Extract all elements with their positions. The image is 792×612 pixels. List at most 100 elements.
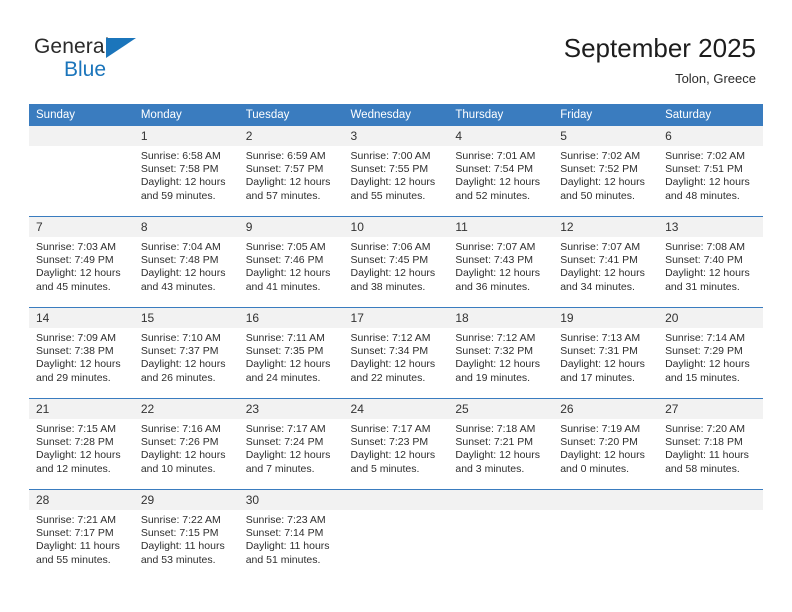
day-details: Sunrise: 7:12 AM Sunset: 7:34 PM Dayligh… [344, 328, 449, 398]
day-cell[interactable]: 25 Sunrise: 7:18 AM Sunset: 7:21 PM Dayl… [448, 398, 554, 490]
sunrise-text: Sunrise: 7:10 AM [140, 332, 221, 344]
sunrise-text: Sunrise: 7:12 AM [350, 332, 431, 344]
day-cell[interactable]: 7 Sunrise: 7:03 AM Sunset: 7:49 PM Dayli… [29, 216, 134, 308]
sunset-text: Sunset: 7:24 PM [245, 436, 324, 449]
day-cell[interactable]: 17 Sunrise: 7:12 AM Sunset: 7:34 PM Dayl… [343, 307, 449, 399]
day-cell[interactable]: 18 Sunrise: 7:12 AM Sunset: 7:32 PM Dayl… [448, 307, 554, 399]
daylight-text-line2: and 5 minutes. [350, 462, 420, 475]
day-cell[interactable]: 22 Sunrise: 7:16 AM Sunset: 7:26 PM Dayl… [133, 398, 239, 490]
weekday-header-friday: Friday [553, 104, 659, 126]
sunrise-text: Sunrise: 7:07 AM [560, 241, 641, 253]
sunrise-text: Sunrise: 7:01 AM [455, 150, 536, 162]
week-row: 28 Sunrise: 7:21 AM Sunset: 7:17 PM Dayl… [29, 489, 763, 581]
day-number: 15 [133, 308, 239, 328]
sunrise-text: Sunrise: 7:04 AM [140, 241, 221, 253]
sunset-text: Sunset: 7:55 PM [350, 163, 429, 176]
daylight-text-line1: Daylight: 12 hours [455, 358, 541, 371]
page-header: General Blue September 2025 Tolon, Greec… [0, 0, 792, 100]
day-details: Sunrise: 7:10 AM Sunset: 7:37 PM Dayligh… [134, 328, 239, 398]
daylight-text-line2: and 17 minutes. [560, 371, 635, 384]
daylight-text-line2: and 34 minutes. [560, 280, 635, 293]
day-cell[interactable]: 27 Sunrise: 7:20 AM Sunset: 7:18 PM Dayl… [658, 398, 763, 490]
day-number: 19 [553, 308, 659, 328]
day-cell[interactable]: 26 Sunrise: 7:19 AM Sunset: 7:20 PM Dayl… [553, 398, 659, 490]
day-cell[interactable]: 13 Sunrise: 7:08 AM Sunset: 7:40 PM Dayl… [658, 216, 763, 308]
day-cell[interactable] [658, 489, 763, 581]
day-cell[interactable]: 1 Sunrise: 6:58 AM Sunset: 7:58 PM Dayli… [133, 126, 239, 217]
day-cell[interactable]: 4 Sunrise: 7:01 AM Sunset: 7:54 PM Dayli… [448, 126, 554, 217]
daylight-text-line2: and 59 minutes. [140, 189, 216, 202]
sunset-text: Sunset: 7:21 PM [455, 436, 534, 449]
day-cell[interactable] [448, 489, 554, 581]
day-cell[interactable]: 11 Sunrise: 7:07 AM Sunset: 7:43 PM Dayl… [448, 216, 554, 308]
daylight-text-line1: Daylight: 12 hours [350, 449, 436, 462]
sunset-text: Sunset: 7:29 PM [665, 345, 743, 358]
daylight-text-line1: Daylight: 12 hours [350, 358, 436, 371]
day-number: 10 [343, 217, 449, 237]
day-cell[interactable]: 21 Sunrise: 7:15 AM Sunset: 7:28 PM Dayl… [29, 398, 134, 490]
day-details: Sunrise: 7:11 AM Sunset: 7:35 PM Dayligh… [239, 328, 344, 398]
day-details: Sunrise: 7:15 AM Sunset: 7:28 PM Dayligh… [29, 419, 134, 489]
day-number: 25 [448, 399, 554, 419]
day-cell[interactable]: 5 Sunrise: 7:02 AM Sunset: 7:52 PM Dayli… [553, 126, 659, 217]
sunrise-text: Sunrise: 7:15 AM [36, 423, 116, 435]
day-number: 3 [343, 126, 449, 146]
calendar-header-row-group: Sunday Monday Tuesday Wednesday Thursday… [29, 104, 763, 126]
day-cell[interactable]: 14 Sunrise: 7:09 AM Sunset: 7:38 PM Dayl… [29, 307, 134, 399]
sunset-text: Sunset: 7:14 PM [245, 527, 324, 540]
day-cell[interactable] [343, 489, 449, 581]
daylight-text-line1: Daylight: 12 hours [350, 176, 436, 189]
day-cell[interactable]: 16 Sunrise: 7:11 AM Sunset: 7:35 PM Dayl… [238, 307, 344, 399]
sunset-text: Sunset: 7:17 PM [36, 527, 114, 540]
sunrise-text: Sunrise: 7:13 AM [560, 332, 641, 344]
daylight-text-line1: Daylight: 11 hours [36, 540, 120, 553]
day-cell[interactable] [29, 126, 134, 217]
daylight-text-line2: and 0 minutes. [560, 462, 630, 475]
sunrise-sunset-calendar-table: Sunday Monday Tuesday Wednesday Thursday… [29, 104, 763, 581]
day-cell[interactable]: 8 Sunrise: 7:04 AM Sunset: 7:48 PM Dayli… [133, 216, 239, 308]
daylight-text-line2: and 48 minutes. [665, 189, 740, 202]
daylight-text-line2: and 41 minutes. [245, 280, 321, 293]
day-details: Sunrise: 7:22 AM Sunset: 7:15 PM Dayligh… [134, 510, 239, 580]
day-cell[interactable]: 6 Sunrise: 7:02 AM Sunset: 7:51 PM Dayli… [658, 126, 763, 217]
weekday-header-wednesday: Wednesday [343, 104, 449, 126]
day-cell[interactable]: 3 Sunrise: 7:00 AM Sunset: 7:55 PM Dayli… [343, 126, 449, 217]
daylight-text-line2: and 57 minutes. [245, 189, 321, 202]
day-cell[interactable]: 20 Sunrise: 7:14 AM Sunset: 7:29 PM Dayl… [658, 307, 763, 399]
daylight-text-line1: Daylight: 12 hours [665, 176, 750, 189]
day-cell[interactable]: 30 Sunrise: 7:23 AM Sunset: 7:14 PM Dayl… [238, 489, 344, 581]
day-cell[interactable]: 12 Sunrise: 7:07 AM Sunset: 7:41 PM Dayl… [553, 216, 659, 308]
day-number: 12 [553, 217, 659, 237]
day-cell[interactable]: 9 Sunrise: 7:05 AM Sunset: 7:46 PM Dayli… [238, 216, 344, 308]
daylight-text-line2: and 38 minutes. [350, 280, 426, 293]
sunrise-text: Sunrise: 7:07 AM [455, 241, 536, 253]
day-cell[interactable]: 28 Sunrise: 7:21 AM Sunset: 7:17 PM Dayl… [29, 489, 134, 581]
day-cell[interactable] [553, 489, 659, 581]
day-details: Sunrise: 7:02 AM Sunset: 7:52 PM Dayligh… [553, 146, 658, 216]
day-cell[interactable]: 23 Sunrise: 7:17 AM Sunset: 7:24 PM Dayl… [238, 398, 344, 490]
day-number: 26 [553, 399, 659, 419]
sunset-text: Sunset: 7:52 PM [560, 163, 638, 176]
day-cell[interactable]: 15 Sunrise: 7:10 AM Sunset: 7:37 PM Dayl… [133, 307, 239, 399]
week-row: 21 Sunrise: 7:15 AM Sunset: 7:28 PM Dayl… [29, 398, 763, 490]
sunrise-text: Sunrise: 7:23 AM [245, 514, 326, 526]
daylight-text-line2: and 55 minutes. [350, 189, 426, 202]
daylight-text-line1: Daylight: 12 hours [455, 449, 541, 462]
sunrise-text: Sunrise: 7:08 AM [665, 241, 746, 253]
daylight-text-line1: Daylight: 11 hours [140, 540, 225, 553]
day-cell[interactable]: 29 Sunrise: 7:22 AM Sunset: 7:15 PM Dayl… [133, 489, 239, 581]
logo[interactable]: General Blue [34, 36, 174, 86]
day-cell[interactable]: 24 Sunrise: 7:17 AM Sunset: 7:23 PM Dayl… [343, 398, 449, 490]
weekday-header-monday: Monday [133, 104, 239, 126]
week-row: 1 Sunrise: 6:58 AM Sunset: 7:58 PM Dayli… [29, 126, 763, 217]
daylight-text-line1: Daylight: 12 hours [560, 358, 645, 371]
sunrise-text: Sunrise: 7:02 AM [560, 150, 641, 162]
sunrise-text: Sunrise: 6:58 AM [140, 150, 221, 162]
day-cell[interactable]: 2 Sunrise: 6:59 AM Sunset: 7:57 PM Dayli… [238, 126, 344, 217]
day-cell[interactable]: 10 Sunrise: 7:06 AM Sunset: 7:45 PM Dayl… [343, 216, 449, 308]
calendar-body: 1 Sunrise: 6:58 AM Sunset: 7:58 PM Dayli… [29, 126, 763, 581]
day-details: Sunrise: 7:23 AM Sunset: 7:14 PM Dayligh… [239, 510, 344, 580]
day-number: 28 [29, 490, 134, 510]
day-number: 27 [658, 399, 763, 419]
day-cell[interactable]: 19 Sunrise: 7:13 AM Sunset: 7:31 PM Dayl… [553, 307, 659, 399]
